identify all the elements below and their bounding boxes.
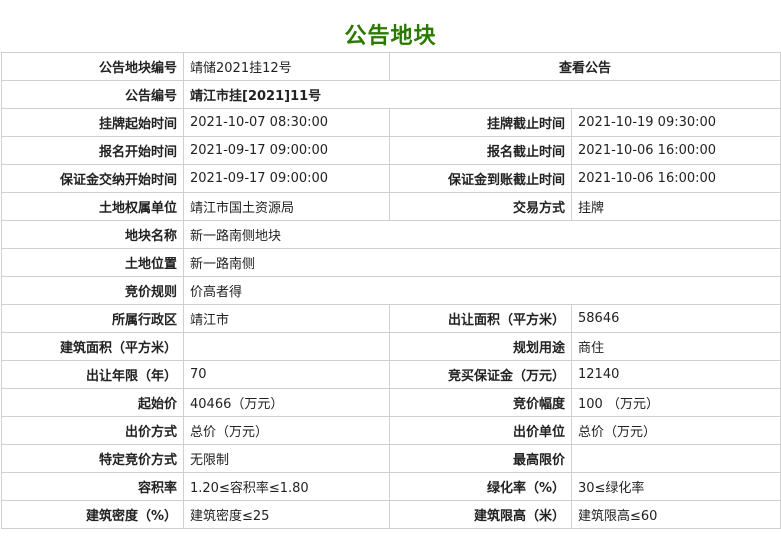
bid-increment-value: 100 （万元） — [570, 388, 781, 417]
building-area-label: 建筑面积（平方米） — [1, 332, 184, 361]
table-row: 特定竞价方式 无限制 最高限价 — [1, 444, 781, 473]
land-owner-value: 靖江市国土资源局 — [183, 192, 390, 221]
building-area-value — [183, 332, 390, 361]
table-row: 容积率 1.20≤容积率≤1.80 绿化率（%） 30≤绿化率 — [1, 472, 781, 501]
deposit-deadline-label: 保证金到账截止时间 — [389, 164, 572, 193]
table-row: 出让年限（年） 70 竞买保证金（万元） 12140 — [1, 360, 781, 389]
registration-start-label: 报名开始时间 — [1, 136, 184, 165]
bid-deposit-value: 12140 — [570, 360, 781, 389]
registration-end-value: 2021-10-06 16:00:00 — [570, 136, 781, 165]
starting-price-value: 40466（万元） — [183, 388, 390, 417]
starting-price-label: 起始价 — [1, 388, 184, 417]
table-row: 公告地块编号 靖储2021挂12号 查看公告 — [1, 52, 781, 81]
bid-unit-label: 出价单位 — [389, 416, 572, 445]
table-row: 出价方式 总价（万元） 出价单位 总价（万元） — [1, 416, 781, 445]
table-row: 保证金交纳开始时间 2021-09-17 09:00:00 保证金到账截止时间 … — [1, 164, 781, 193]
listing-end-value: 2021-10-19 09:30:00 — [570, 108, 781, 137]
bid-deposit-label: 竞买保证金（万元） — [389, 360, 572, 389]
table-row: 竞价规则 价高者得 — [1, 276, 781, 305]
page-title: 公告地块 — [344, 24, 437, 49]
district-value: 靖江市 — [183, 304, 390, 333]
height-limit-value: 建筑限高≤60 — [570, 500, 781, 529]
price-cap-label: 最高限价 — [389, 444, 572, 473]
announcement-number-value: 靖江市挂[2021]11号 — [182, 80, 781, 109]
trade-method-label: 交易方式 — [389, 192, 572, 221]
table-row: 挂牌起始时间 2021-10-07 08:30:00 挂牌截止时间 2021-1… — [1, 108, 781, 137]
bid-method-label: 出价方式 — [1, 416, 184, 445]
parcel-number-label: 公告地块编号 — [1, 52, 184, 81]
registration-start-value: 2021-09-17 09:00:00 — [183, 136, 390, 165]
planned-use-value: 商住 — [570, 332, 781, 361]
table-row: 公告编号 靖江市挂[2021]11号 — [1, 80, 781, 109]
plot-ratio-value: 1.20≤容积率≤1.80 — [183, 472, 390, 501]
price-cap-value — [570, 444, 781, 473]
land-owner-label: 土地权属单位 — [1, 192, 184, 221]
special-bidding-value: 无限制 — [183, 444, 390, 473]
trade-method-value: 挂牌 — [570, 192, 781, 221]
table-row: 报名开始时间 2021-09-17 09:00:00 报名截止时间 2021-1… — [1, 136, 781, 165]
table-row: 建筑密度（%） 建筑密度≤25 建筑限高（米） 建筑限高≤60 — [1, 500, 781, 529]
listing-start-value: 2021-10-07 08:30:00 — [183, 108, 390, 137]
bid-increment-label: 竞价幅度 — [389, 388, 572, 417]
district-label: 所属行政区 — [1, 304, 184, 333]
deposit-start-value: 2021-09-17 09:00:00 — [183, 164, 390, 193]
green-ratio-value: 30≤绿化率 — [570, 472, 781, 501]
deposit-deadline-value: 2021-10-06 16:00:00 — [570, 164, 781, 193]
table-row: 建筑面积（平方米） 规划用途 商住 — [1, 332, 781, 361]
table-row: 地块名称 新一路南侧地块 — [1, 220, 781, 249]
registration-end-label: 报名截止时间 — [389, 136, 572, 165]
listing-start-label: 挂牌起始时间 — [1, 108, 184, 137]
land-location-value: 新一路南侧 — [182, 248, 781, 277]
height-limit-label: 建筑限高（米） — [389, 500, 572, 529]
view-announcement-link[interactable]: 查看公告 — [388, 52, 781, 81]
parcel-number-value: 靖储2021挂12号 — [183, 52, 390, 81]
listing-end-label: 挂牌截止时间 — [389, 108, 572, 137]
bid-method-value: 总价（万元） — [183, 416, 390, 445]
parcel-name-value: 新一路南侧地块 — [182, 220, 781, 249]
bidding-rule-label: 竞价规则 — [1, 276, 184, 305]
building-density-label: 建筑密度（%） — [1, 500, 184, 529]
transfer-term-label: 出让年限（年） — [1, 360, 184, 389]
parcel-info-table: 公告地块编号 靖储2021挂12号 查看公告 公告编号 靖江市挂[2021]11… — [1, 52, 781, 529]
bidding-rule-value: 价高者得 — [182, 276, 781, 305]
land-location-label: 土地位置 — [1, 248, 184, 277]
planned-use-label: 规划用途 — [389, 332, 572, 361]
transfer-area-value: 58646 — [570, 304, 781, 333]
special-bidding-label: 特定竞价方式 — [1, 444, 184, 473]
deposit-start-label: 保证金交纳开始时间 — [1, 164, 184, 193]
transfer-area-label: 出让面积（平方米） — [389, 304, 572, 333]
transfer-term-value: 70 — [183, 360, 390, 389]
table-row: 土地权属单位 靖江市国土资源局 交易方式 挂牌 — [1, 192, 781, 221]
table-row: 土地位置 新一路南侧 — [1, 248, 781, 277]
announcement-number-label: 公告编号 — [1, 80, 184, 109]
table-row: 所属行政区 靖江市 出让面积（平方米） 58646 — [1, 304, 781, 333]
table-row: 起始价 40466（万元） 竞价幅度 100 （万元） — [1, 388, 781, 417]
green-ratio-label: 绿化率（%） — [389, 472, 572, 501]
bid-unit-value: 总价（万元） — [570, 416, 781, 445]
parcel-name-label: 地块名称 — [1, 220, 184, 249]
building-density-value: 建筑密度≤25 — [183, 500, 390, 529]
plot-ratio-label: 容积率 — [1, 472, 184, 501]
